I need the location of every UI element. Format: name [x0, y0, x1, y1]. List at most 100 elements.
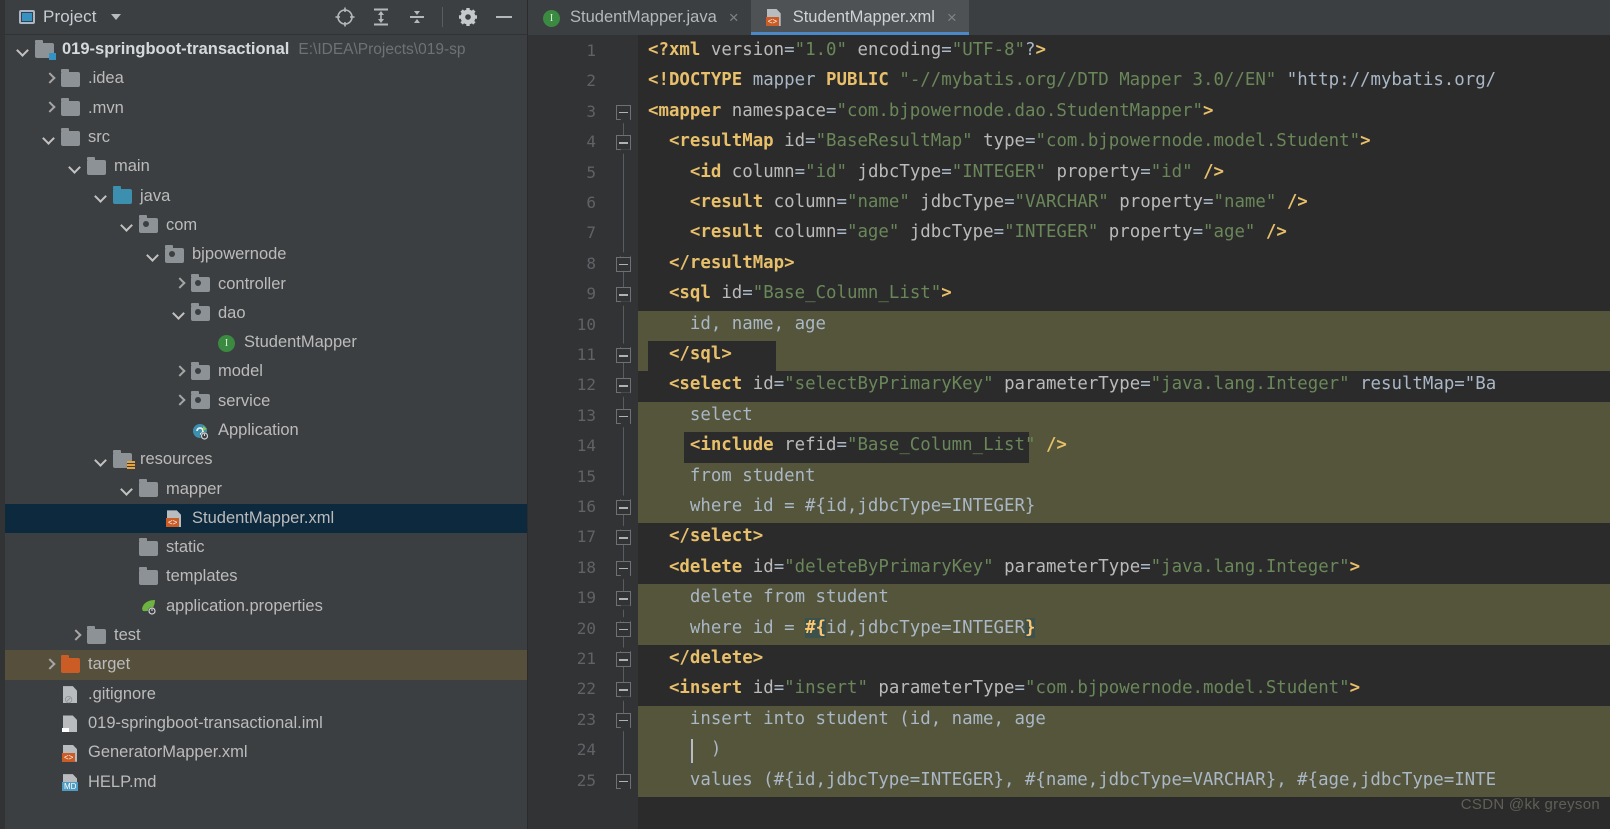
- tree-item-target[interactable]: target: [5, 650, 527, 680]
- editor-code-area[interactable]: 1 2 3 4 5 6 7 8 9 10 11 12 13 14 15 16 17 18 19 20 21 22 23 24 2…: [528, 35, 1610, 829]
- fold-toggle-icon[interactable]: [616, 682, 631, 698]
- chevron-down-icon[interactable]: [93, 451, 111, 469]
- tree-item-mapper[interactable]: mapper: [5, 474, 527, 503]
- editor-tab-bar: I StudentMapper.java × <> StudentMapper.xml ×: [528, 0, 1610, 35]
- chevron-down-icon[interactable]: [119, 216, 137, 234]
- code-line: <result column="name" jdbcType="VARCHAR"…: [689, 192, 1308, 212]
- expand-all-icon[interactable]: [370, 6, 392, 28]
- editor-tab-studentmapper-xml[interactable]: <> StudentMapper.xml ×: [750, 0, 969, 35]
- code-line: <insert id="insert" parameterType="com.b…: [668, 678, 1361, 699]
- line-number: 11: [576, 345, 596, 364]
- tree-item-application[interactable]: Application: [5, 416, 527, 445]
- line-number: 21: [576, 649, 596, 668]
- tree-item-label: model: [218, 362, 263, 381]
- tree-item-controller[interactable]: controller: [5, 269, 527, 298]
- line-number: 24: [576, 740, 596, 760]
- fold-toggle-icon[interactable]: [616, 712, 631, 728]
- tree-item-studentmapper[interactable]: I StudentMapper: [5, 328, 527, 357]
- tree-item-dao[interactable]: dao: [5, 299, 527, 328]
- package-folder-icon: [191, 361, 211, 381]
- chevron-down-icon[interactable]: [41, 129, 59, 147]
- locate-icon[interactable]: [334, 6, 356, 28]
- chevron-down-icon[interactable]: [110, 14, 121, 20]
- close-icon[interactable]: ×: [947, 8, 957, 28]
- java-interface-icon: I: [542, 8, 562, 27]
- tree-item-idea[interactable]: .idea: [5, 64, 527, 93]
- editor-tab-studentmapper-java[interactable]: I StudentMapper.java ×: [528, 0, 751, 35]
- tree-item-com[interactable]: com: [5, 211, 527, 240]
- tree-item-main[interactable]: main: [5, 152, 527, 181]
- fold-range-line: [623, 142, 624, 264]
- tree-item-src[interactable]: src: [5, 123, 527, 152]
- fold-toggle-icon[interactable]: [616, 348, 631, 363]
- fold-toggle-icon[interactable]: [616, 500, 631, 515]
- code-text[interactable]: <?xml version="1.0" encoding="UTF-8"?> <!…: [638, 35, 1610, 829]
- chevron-right-icon[interactable]: [41, 656, 59, 674]
- fold-toggle-icon[interactable]: [616, 530, 631, 546]
- chevron-down-icon[interactable]: [67, 158, 85, 176]
- chevron-right-icon[interactable]: [171, 275, 189, 293]
- fold-toggle-icon[interactable]: [616, 135, 631, 151]
- package-folder-icon: [165, 244, 185, 264]
- tree-item-label: com: [166, 215, 198, 234]
- chevron-down-icon[interactable]: [93, 187, 111, 205]
- tree-item-service[interactable]: service: [5, 387, 527, 416]
- ide-window: Project 019-springboot-transactional E:\…: [0, 0, 1610, 829]
- chevron-right-icon[interactable]: [171, 363, 189, 381]
- tree-item-model[interactable]: model: [5, 357, 527, 386]
- tree-item-label: StudentMapper.xml: [192, 508, 335, 527]
- minimize-icon[interactable]: [493, 6, 515, 28]
- chevron-right-icon[interactable]: [41, 99, 59, 117]
- tree-item-mvn[interactable]: .mvn: [5, 94, 527, 123]
- tree-item-gitignore[interactable]: ⊘ .gitignore: [5, 680, 527, 709]
- fold-toggle-icon[interactable]: [616, 773, 631, 789]
- gear-icon[interactable]: [457, 6, 479, 28]
- excluded-folder-icon: [61, 654, 81, 674]
- chevron-down-icon[interactable]: [15, 41, 33, 59]
- xml-file-icon: <>: [61, 744, 81, 762]
- code-line: delete from student: [648, 587, 889, 608]
- close-icon[interactable]: ×: [729, 8, 739, 28]
- tree-item-label: GeneratorMapper.xml: [88, 743, 248, 762]
- fold-toggle-icon[interactable]: [616, 408, 631, 424]
- fold-toggle-icon[interactable]: [616, 591, 631, 607]
- chevron-right-icon[interactable]: [171, 392, 189, 410]
- project-tree[interactable]: 019-springboot-transactional E:\IDEA\Proj…: [5, 35, 527, 797]
- fold-toggle-icon[interactable]: [616, 104, 631, 120]
- chevron-right-icon[interactable]: [67, 627, 85, 645]
- chevron-down-icon[interactable]: [119, 480, 137, 498]
- folder-icon: [61, 68, 81, 88]
- markdown-file-icon: MD: [61, 773, 81, 792]
- tree-item-019-springboot-transactional[interactable]: 019-springboot-transactional E:\IDEA\Proj…: [5, 35, 527, 64]
- fold-toggle-icon[interactable]: [616, 652, 631, 667]
- fold-toggle-icon[interactable]: [616, 287, 631, 303]
- editor-tab-label: StudentMapper.xml: [792, 8, 935, 26]
- collapse-all-icon[interactable]: [406, 6, 428, 28]
- tree-item-bjpowernode[interactable]: bjpowernode: [5, 240, 527, 269]
- chevron-down-icon[interactable]: [171, 304, 189, 322]
- tree-item-generatormapper-xml[interactable]: <> GeneratorMapper.xml: [5, 738, 527, 767]
- tree-item-resources[interactable]: resources: [5, 445, 527, 474]
- code-folding-gutter[interactable]: [610, 35, 638, 829]
- tree-item-java[interactable]: java: [5, 181, 527, 210]
- tree-item-static[interactable]: static: [5, 533, 527, 562]
- fold-toggle-icon[interactable]: [616, 256, 631, 272]
- fold-toggle-icon[interactable]: [616, 621, 631, 637]
- fold-toggle-icon[interactable]: [616, 560, 631, 576]
- chevron-down-icon[interactable]: [145, 246, 163, 264]
- code-line: ): [648, 739, 722, 760]
- line-number: 4: [586, 132, 596, 152]
- tree-item-help-md[interactable]: MD HELP.md: [5, 767, 527, 796]
- tree-item-application-properties[interactable]: application.properties: [5, 592, 527, 621]
- project-title-button[interactable]: Project: [19, 7, 121, 27]
- chevron-right-icon[interactable]: [41, 70, 59, 88]
- tree-item-test[interactable]: test: [5, 621, 527, 650]
- tree-item-templates[interactable]: templates: [5, 562, 527, 591]
- fold-toggle-icon[interactable]: [616, 378, 631, 394]
- tree-item-studentmapper-xml[interactable]: <> StudentMapper.xml: [5, 503, 527, 534]
- tree-item-019-springboot-transactional-iml[interactable]: 019-springboot-transactional.iml: [5, 709, 527, 738]
- project-panel-header: Project: [5, 0, 527, 35]
